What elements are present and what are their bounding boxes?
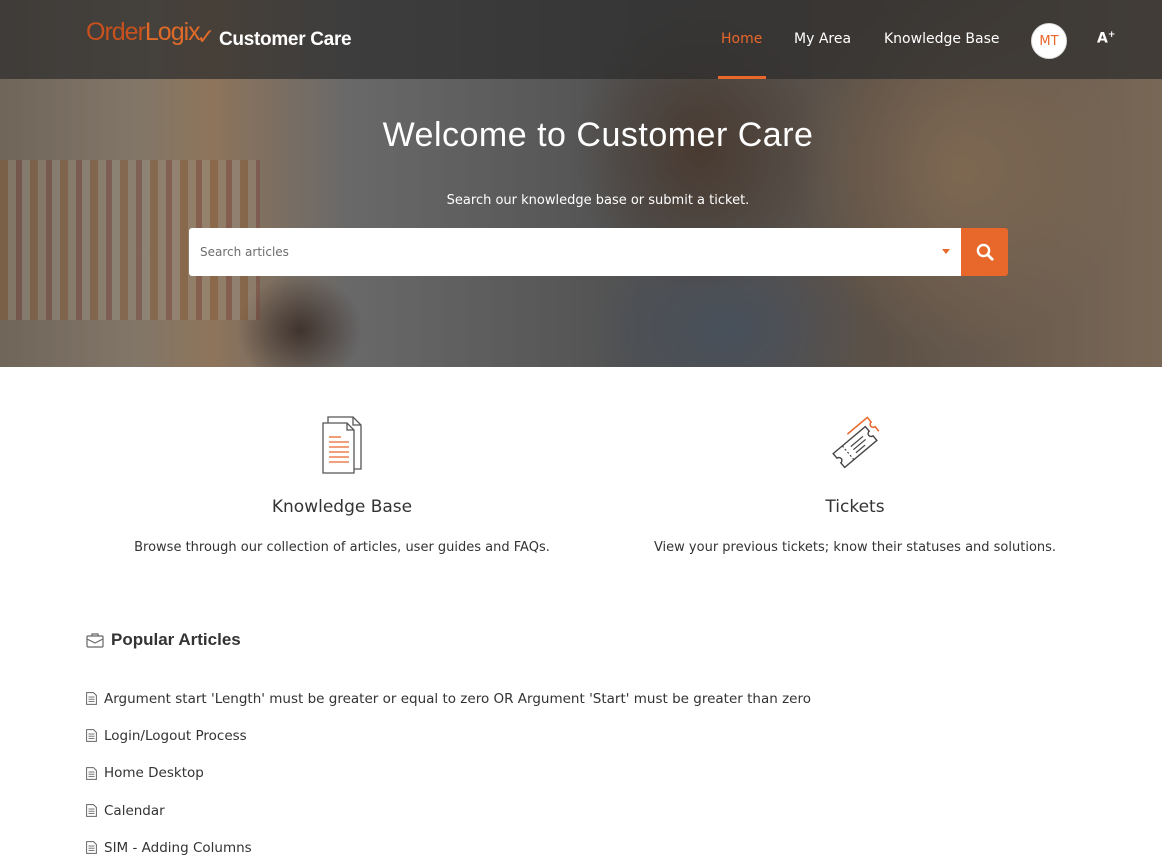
logo-text-logix: Logix (144, 18, 201, 46)
tickets-card-description: View your previous tickets; know their s… (653, 540, 1057, 555)
tickets-card-title[interactable]: Tickets (645, 497, 1065, 517)
article-link[interactable]: SIM - Adding Columns (86, 829, 811, 864)
font-size-icon: A (1097, 30, 1108, 47)
brand-title: Customer Care (219, 29, 352, 50)
article-title: Login/Logout Process (104, 727, 247, 744)
ticket-icon (832, 416, 880, 469)
logo-text-order: Order (86, 18, 146, 46)
hero-subtitle: Search our knowledge base or submit a ti… (446, 193, 750, 208)
nav-home[interactable]: Home (721, 31, 762, 47)
knowledge-base-card-title[interactable]: Knowledge Base (132, 497, 552, 517)
article-link[interactable]: Home Desktop (86, 755, 811, 792)
document-icon (86, 729, 97, 743)
knowledge-base-card-description: Browse through our collection of article… (134, 540, 550, 555)
document-icon (86, 692, 97, 706)
nav-active-indicator (718, 76, 766, 79)
search-box (189, 228, 961, 276)
popular-articles-list: Argument start 'Length' must be greater … (86, 680, 811, 864)
search-icon (976, 243, 994, 261)
tickets-card[interactable]: Tickets View your previous tickets; know… (645, 415, 1065, 555)
nav-knowledge-base[interactable]: Knowledge Base (884, 31, 1000, 47)
document-icon (86, 766, 97, 780)
document-icon (86, 804, 97, 817)
logo-check-icon: ✓ (196, 24, 215, 49)
article-link[interactable]: Login/Logout Process (86, 717, 811, 754)
hero-title: Welcome to Customer Care (382, 116, 814, 154)
article-title: SIM - Adding Columns (104, 839, 252, 856)
article-title: Calendar (104, 802, 165, 819)
popular-articles-header: Popular Articles (86, 630, 241, 650)
document-icon (322, 416, 362, 474)
search-input[interactable] (189, 228, 929, 276)
article-title: Home Desktop (104, 765, 204, 782)
top-header: OrderLogix✓ Customer Care Home My Area K… (0, 0, 1162, 79)
nav-my-area[interactable]: My Area (794, 31, 851, 47)
article-title: Argument start 'Length' must be greater … (104, 690, 811, 707)
article-link[interactable]: Argument start 'Length' must be greater … (86, 680, 811, 717)
search-filter-dropdown-icon[interactable] (942, 249, 950, 254)
user-avatar[interactable]: MT (1031, 23, 1067, 59)
orderlogix-logo[interactable]: OrderLogix✓ (86, 18, 217, 50)
popular-articles-title: Popular Articles (111, 630, 241, 649)
knowledge-base-card[interactable]: Knowledge Base Browse through our collec… (132, 415, 552, 555)
search-button[interactable] (961, 228, 1008, 276)
briefcase-icon (86, 633, 104, 648)
document-icon (86, 841, 97, 855)
article-link[interactable]: Calendar (86, 792, 811, 829)
font-size-toggle[interactable]: A+ (1097, 30, 1115, 47)
